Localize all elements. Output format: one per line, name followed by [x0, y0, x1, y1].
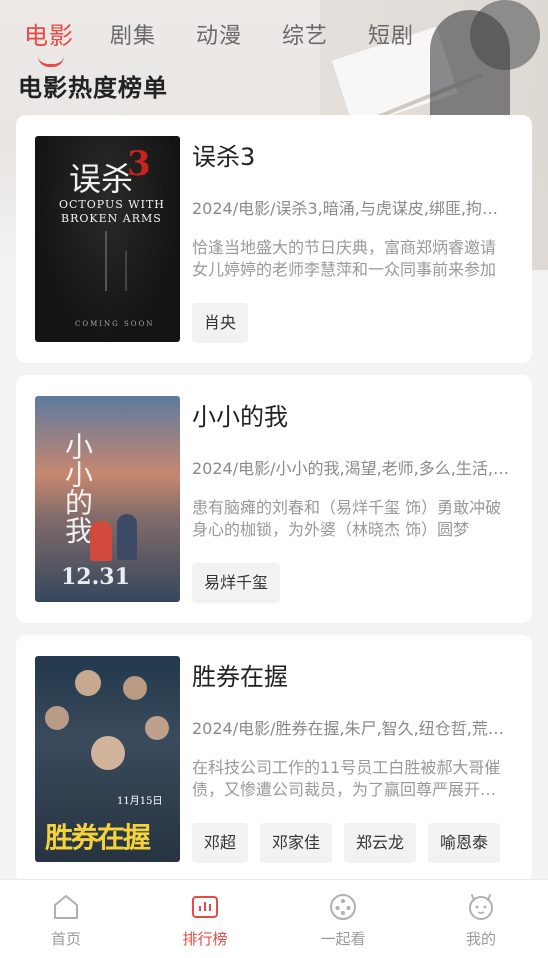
- movie-poster[interactable]: 误杀 3 OCTOPUS WITH BROKEN ARMS COMING SOO…: [35, 136, 180, 342]
- poster-figure: [90, 521, 112, 561]
- actor-list: 易烊千玺: [192, 563, 281, 603]
- nav-watch-together[interactable]: 一起看: [293, 888, 393, 949]
- chart-icon: [192, 896, 218, 918]
- nav-label: 一起看: [320, 930, 366, 948]
- actor-tag[interactable]: 喻恩泰: [428, 823, 501, 863]
- movie-meta: 2024/电影/胜券在握,朱尸,智久,纽仓哲,荒诞,职场: [192, 719, 510, 738]
- actor-tag[interactable]: 邓超: [192, 823, 249, 863]
- bottom-navigation: 首页 排行榜 一起看 我的: [0, 879, 548, 958]
- poster-date: 11月15日: [117, 796, 163, 807]
- tab-anime[interactable]: 动漫: [196, 18, 242, 50]
- actor-tag[interactable]: 邓家佳: [260, 823, 333, 863]
- movie-title[interactable]: 误杀3: [192, 137, 255, 172]
- actor-list: 邓超 邓家佳 郑云龙 喻恩泰: [192, 823, 501, 863]
- home-icon: [54, 895, 78, 919]
- poster-date: 12.31: [61, 564, 130, 590]
- poster-title: 胜券在握: [45, 821, 151, 854]
- movie-title[interactable]: 小小的我: [192, 397, 288, 432]
- movie-poster[interactable]: 11月15日 胜券在握: [35, 656, 180, 862]
- movie-poster[interactable]: 小小的我 12.31: [35, 396, 180, 602]
- actor-tag[interactable]: 肖央: [192, 303, 249, 343]
- poster-face: [91, 736, 125, 770]
- poster-subtitle-2: BROKEN ARMS: [61, 212, 162, 225]
- movie-card[interactable]: 11月15日 胜券在握 胜券在握 2024/电影/胜券在握,朱尸,智久,纽仓哲,…: [16, 635, 532, 883]
- nav-label: 我的: [465, 930, 496, 948]
- poster-face: [123, 676, 147, 700]
- tab-series[interactable]: 剧集: [110, 18, 156, 50]
- tab-short-drama[interactable]: 短剧: [368, 18, 414, 50]
- movie-description: 患有脑瘫的刘春和（易烊千玺 饰）勇敢冲破身心的枷锁，为外婆（林晓杰 饰）圆梦: [192, 498, 502, 539]
- nav-label: 首页: [50, 930, 81, 948]
- poster-line: [125, 251, 127, 291]
- poster-title: 误杀: [69, 160, 134, 198]
- category-tabs: 电影 剧集 动漫 综艺 短剧: [0, 12, 548, 67]
- actor-tag[interactable]: 郑云龙: [344, 823, 417, 863]
- actor-tag[interactable]: 易烊千玺: [192, 563, 281, 603]
- movie-meta: 2024/电影/小小的我,渴望,老师,多么,生活,成长: [192, 459, 510, 478]
- poster-number: 3: [127, 144, 151, 184]
- profile-icon: [469, 894, 493, 920]
- nav-profile[interactable]: 我的: [431, 888, 531, 949]
- poster-subtitle-1: OCTOPUS WITH: [59, 198, 165, 211]
- movie-description: 恰逢当地盛大的节日庆典，富商郑炳睿邀请女儿婷婷的老师李慧萍和一众同事前来参加: [192, 238, 497, 279]
- movie-title[interactable]: 胜券在握: [192, 657, 288, 692]
- watch-together-icon: [330, 894, 356, 920]
- poster-face: [145, 716, 169, 740]
- nav-label: 排行榜: [182, 930, 228, 948]
- tab-variety[interactable]: 综艺: [282, 18, 328, 50]
- tab-movie[interactable]: 电影: [24, 16, 74, 51]
- section-title: 电影热度榜单: [18, 74, 168, 102]
- poster-face: [75, 670, 101, 696]
- movie-card[interactable]: 小小的我 12.31 小小的我 2024/电影/小小的我,渴望,老师,多么,生活…: [16, 375, 532, 623]
- poster-footer: COMING SOON: [75, 320, 155, 328]
- movie-meta: 2024/电影/误杀3,暗涌,与虎谋皮,绑匪,拘禁,亲情: [192, 199, 510, 218]
- nav-home[interactable]: 首页: [16, 888, 116, 949]
- poster-face: [45, 706, 69, 730]
- movie-description: 在科技公司工作的11号员工白胜被郝大哥催债，又惨遭公司裁员，为了赢回尊严展开反击: [192, 758, 501, 799]
- movie-card[interactable]: 误杀 3 OCTOPUS WITH BROKEN ARMS COMING SOO…: [16, 115, 532, 363]
- actor-list: 肖央: [192, 303, 249, 343]
- poster-line: [105, 231, 107, 291]
- poster-figure: [117, 514, 137, 560]
- nav-ranking[interactable]: 排行榜: [155, 888, 255, 949]
